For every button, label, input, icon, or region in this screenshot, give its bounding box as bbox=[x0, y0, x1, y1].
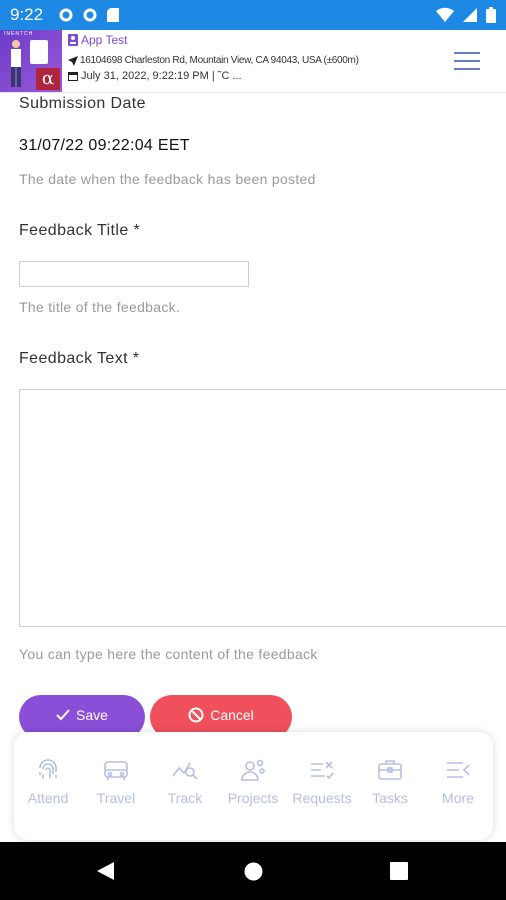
feedback-text-input[interactable] bbox=[19, 389, 506, 627]
app-title: App Test bbox=[68, 33, 127, 47]
save-label: Save bbox=[76, 707, 108, 723]
datetime-line: July 31, 2022, 9:22:19 PM | ˜C ... bbox=[68, 70, 242, 82]
car-icon bbox=[104, 761, 128, 780]
alpha-badge: α bbox=[36, 68, 60, 90]
submission-date-label: Submission Date bbox=[19, 95, 146, 112]
calendar-icon bbox=[68, 72, 78, 81]
status-bar: 9:22 bbox=[0, 0, 506, 30]
app-name: App Test bbox=[81, 33, 128, 47]
gear-icon bbox=[59, 8, 73, 22]
back-icon[interactable] bbox=[96, 861, 116, 881]
nav-item-track[interactable]: Track bbox=[151, 756, 219, 806]
cancel-label: Cancel bbox=[210, 707, 254, 723]
app-logo: INENTCH α bbox=[0, 30, 62, 92]
feedback-title-label: Feedback Title * bbox=[19, 222, 141, 239]
track-icon bbox=[172, 762, 198, 780]
ban-icon bbox=[188, 707, 204, 723]
briefcase-icon bbox=[378, 760, 402, 780]
nav-label: Requests bbox=[292, 790, 352, 806]
home-icon[interactable] bbox=[244, 862, 263, 881]
feedback-title-help: The title of the feedback. bbox=[19, 299, 181, 315]
feedback-title-input[interactable] bbox=[19, 261, 249, 287]
location-arrow-icon bbox=[68, 55, 78, 66]
requests-icon bbox=[311, 761, 334, 780]
nav-label: Projects bbox=[227, 790, 279, 806]
datetime-text: July 31, 2022, 9:22:19 PM | ˜C ... bbox=[81, 70, 242, 82]
system-nav-bar bbox=[0, 842, 506, 900]
logo-card bbox=[30, 40, 48, 64]
bottom-nav: Attend Travel Track Projects Requests Ta… bbox=[14, 732, 493, 840]
nav-item-more[interactable]: More bbox=[424, 756, 492, 806]
submission-date-help: The date when the feedback has been post… bbox=[19, 171, 316, 187]
nav-label: More bbox=[442, 790, 474, 806]
location-line: 16104698 Charleston Rd, Mountain View, C… bbox=[68, 55, 359, 66]
nav-label: Tasks bbox=[372, 790, 408, 806]
nav-item-projects[interactable]: Projects bbox=[219, 756, 287, 806]
wifi-icon bbox=[436, 7, 454, 23]
people-icon bbox=[241, 759, 265, 781]
nav-item-attend[interactable]: Attend bbox=[14, 756, 82, 806]
nav-label: Track bbox=[167, 790, 203, 806]
recents-icon[interactable] bbox=[390, 862, 408, 880]
sd-card-icon bbox=[107, 8, 119, 22]
address-text: 16104698 Charleston Rd, Mountain View, C… bbox=[80, 55, 359, 66]
nav-item-tasks[interactable]: Tasks bbox=[356, 756, 424, 806]
check-icon bbox=[56, 709, 70, 721]
feedback-text-label: Feedback Text * bbox=[19, 350, 140, 367]
feedback-text-help: You can type here the content of the fee… bbox=[19, 646, 318, 662]
app-header: INENTCH α App Test 16104698 Charleston R… bbox=[0, 30, 506, 93]
nav-label: Travel bbox=[96, 790, 136, 806]
signal-icon bbox=[463, 8, 477, 22]
gear-icon bbox=[83, 8, 97, 22]
badge-icon bbox=[68, 34, 78, 46]
hamburger-menu-icon[interactable] bbox=[454, 52, 480, 70]
status-time: 9:22 bbox=[10, 5, 44, 24]
submission-date-value: 31/07/22 09:22:04 EET bbox=[19, 137, 190, 154]
battery-icon bbox=[486, 7, 496, 23]
fingerprint-icon bbox=[39, 759, 57, 779]
nav-item-requests[interactable]: Requests bbox=[288, 756, 356, 806]
nav-label: Attend bbox=[27, 790, 69, 806]
more-icon bbox=[447, 762, 470, 778]
person-illustration bbox=[11, 40, 21, 87]
nav-item-travel[interactable]: Travel bbox=[82, 756, 150, 806]
